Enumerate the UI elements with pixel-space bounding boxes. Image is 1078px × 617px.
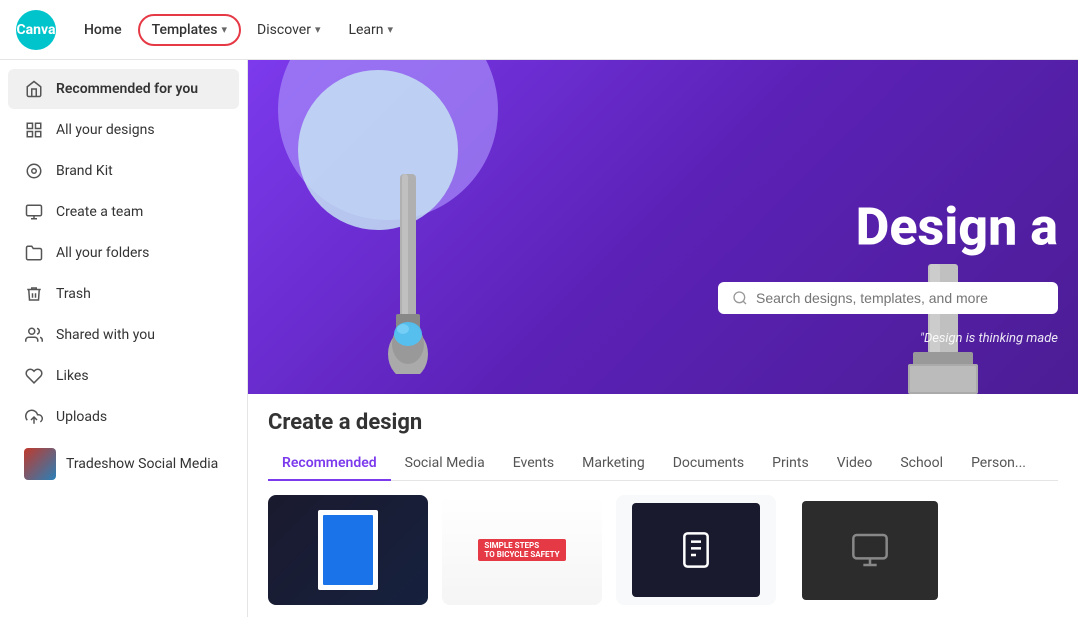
brand-icon: [24, 161, 44, 181]
design-tabs: Recommended Social Media Events Marketin…: [268, 447, 1058, 481]
sidebar-item-all-designs[interactable]: All your designs: [8, 110, 239, 150]
tab-marketing[interactable]: Marketing: [568, 447, 659, 481]
tab-video[interactable]: Video: [823, 447, 887, 481]
sidebar-item-trash[interactable]: Trash: [8, 274, 239, 314]
team-icon: [24, 202, 44, 222]
home-icon: [24, 79, 44, 99]
sidebar-item-brand-kit[interactable]: Brand Kit: [8, 151, 239, 191]
hero-quote: "Design is thinking made: [920, 331, 1058, 346]
sidebar-item-recommended[interactable]: Recommended for you: [8, 69, 239, 109]
sidebar-item-uploads[interactable]: Uploads: [8, 397, 239, 437]
design-section: Create a design Recommended Social Media…: [248, 394, 1078, 617]
design-card-3[interactable]: [616, 495, 776, 605]
tab-events[interactable]: Events: [499, 447, 568, 481]
tradeshow-thumbnail: [24, 448, 56, 480]
sidebar-item-create-team[interactable]: Create a team: [8, 192, 239, 232]
hero-banner: Design a "Design is thinking made: [248, 60, 1078, 394]
trash-icon: [24, 284, 44, 304]
sidebar-item-tradeshow[interactable]: Tradeshow Social Media: [8, 438, 239, 490]
nav-templates[interactable]: Templates ▾: [138, 14, 241, 46]
canva-logo[interactable]: Canva: [16, 10, 56, 50]
card-4-inner: [802, 501, 938, 600]
tab-recommended[interactable]: Recommended: [268, 447, 391, 481]
design-card-4[interactable]: [790, 495, 950, 605]
sidebar: Recommended for you All your designs Bra…: [0, 60, 248, 617]
chevron-down-icon: ▾: [222, 23, 228, 36]
nav-home[interactable]: Home: [72, 16, 134, 44]
upload-icon: [24, 407, 44, 427]
nav-learn[interactable]: Learn ▾: [336, 16, 405, 44]
hero-title: Design a: [856, 197, 1078, 258]
search-icon: [732, 290, 748, 306]
nav-discover[interactable]: Discover ▾: [245, 16, 332, 44]
design-card-1[interactable]: [268, 495, 428, 605]
section-title: Create a design: [268, 410, 1058, 435]
card-3-inner: [632, 503, 760, 597]
hero-brush-illustration: [348, 124, 468, 374]
content-area: Design a "Design is thinking made Create…: [248, 60, 1078, 617]
design-card-2[interactable]: SIMPLE STEPSTO BICYCLE SAFETY: [442, 495, 602, 605]
search-input[interactable]: [756, 290, 1044, 306]
sidebar-item-all-folders[interactable]: All your folders: [8, 233, 239, 273]
tab-prints[interactable]: Prints: [758, 447, 823, 481]
design-cards-row: SIMPLE STEPSTO BICYCLE SAFETY: [268, 495, 1058, 605]
main-nav: Home Templates ▾ Discover ▾ Learn ▾: [72, 14, 405, 46]
tab-personal[interactable]: Person...: [957, 447, 1040, 481]
tab-documents[interactable]: Documents: [659, 447, 758, 481]
sidebar-item-shared[interactable]: Shared with you: [8, 315, 239, 355]
chevron-down-icon: ▾: [388, 23, 394, 36]
tab-social-media[interactable]: Social Media: [391, 447, 499, 481]
main-layout: Recommended for you All your designs Bra…: [0, 60, 1078, 617]
header: Canva Home Templates ▾ Discover ▾ Learn …: [0, 0, 1078, 60]
card-1-inner: [318, 510, 378, 590]
heart-icon: [24, 366, 44, 386]
folder-icon: [24, 243, 44, 263]
tab-school[interactable]: School: [886, 447, 957, 481]
chevron-down-icon: ▾: [315, 23, 321, 36]
card-1-screen: [323, 515, 373, 585]
grid-icon: [24, 120, 44, 140]
card-2-content: SIMPLE STEPSTO BICYCLE SAFETY: [442, 495, 602, 605]
card-2-badge: SIMPLE STEPSTO BICYCLE SAFETY: [478, 539, 565, 561]
hero-search-bar[interactable]: [718, 282, 1058, 314]
sidebar-item-likes[interactable]: Likes: [8, 356, 239, 396]
shared-icon: [24, 325, 44, 345]
